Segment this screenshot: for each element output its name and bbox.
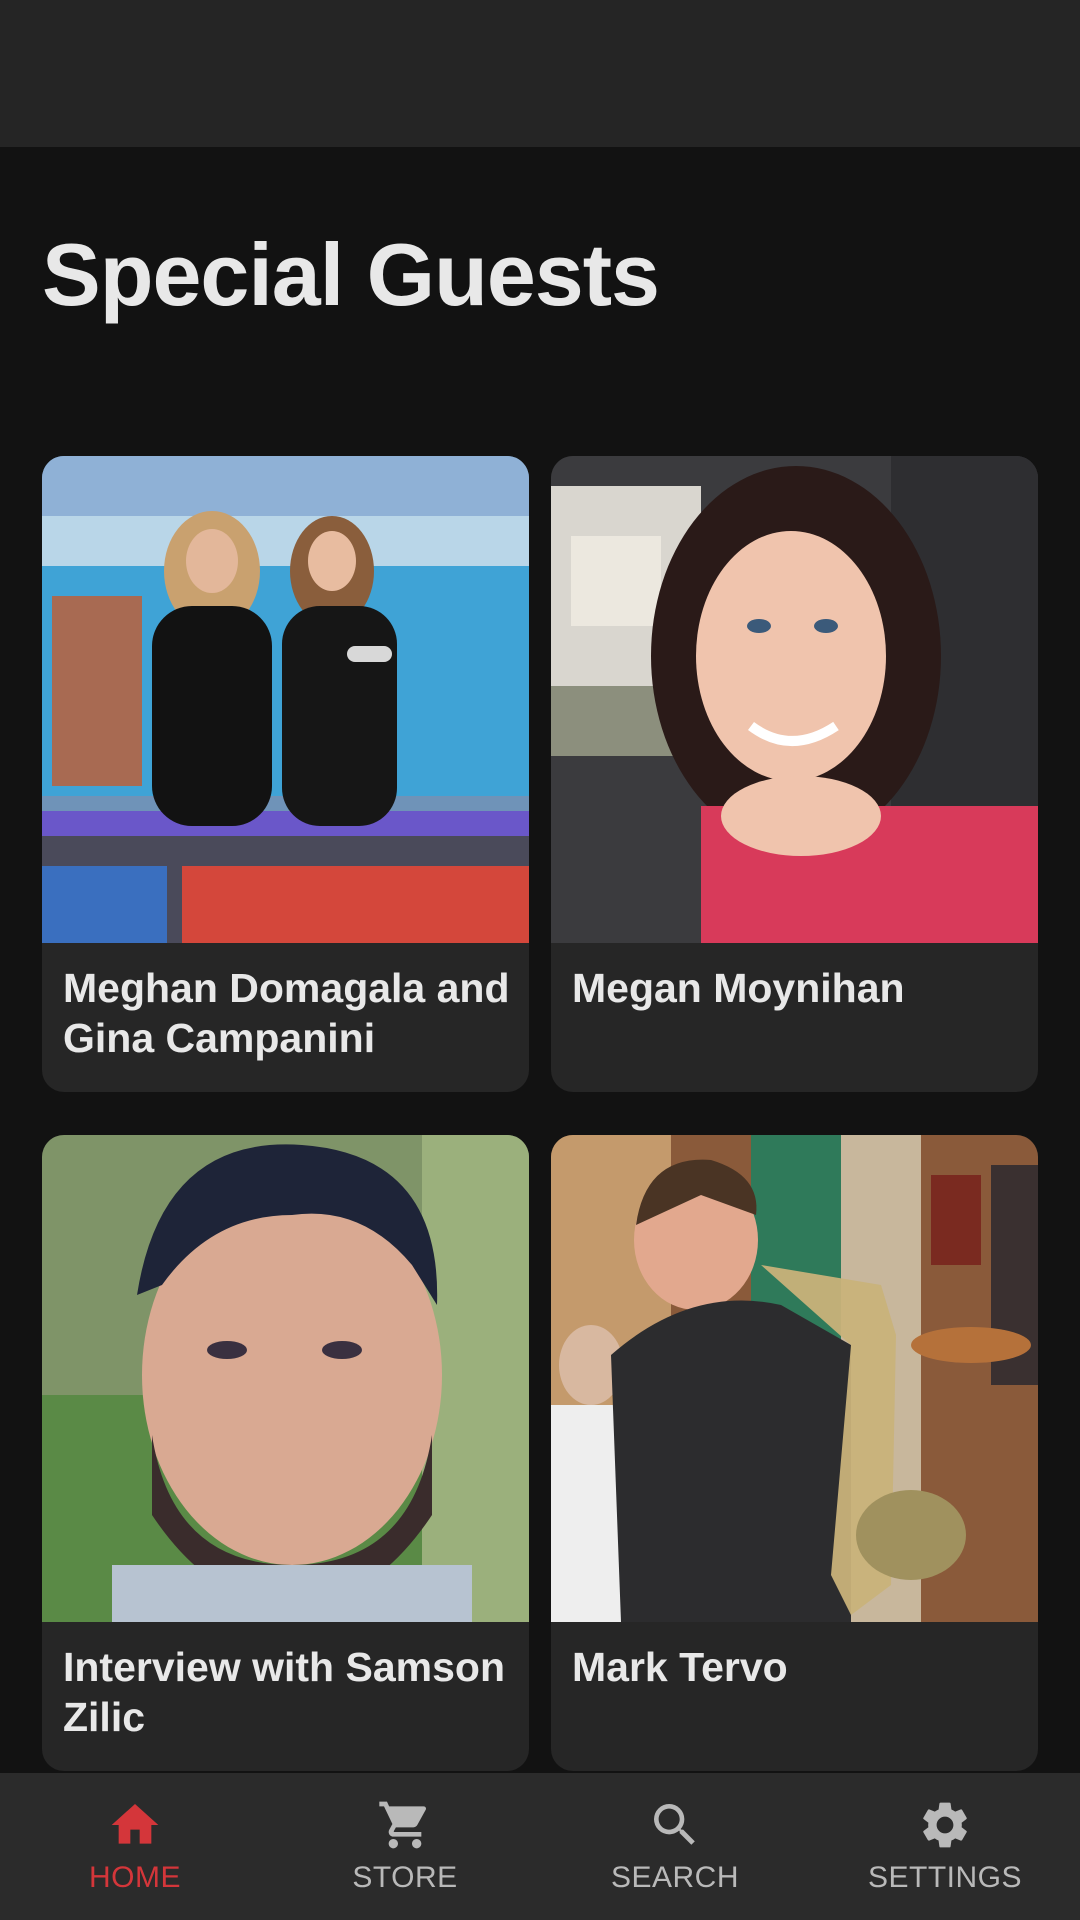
nav-settings[interactable]: SETTINGS — [810, 1773, 1080, 1920]
man-portrait-photo — [42, 1135, 529, 1622]
guest-card[interactable]: Megan Moynihan — [551, 456, 1038, 1092]
app-root: Special Guests Meghan Domagala and Gina … — [0, 0, 1080, 1920]
guest-card[interactable]: Interview with Samson Zilic — [42, 1135, 529, 1771]
home-icon — [111, 1804, 159, 1844]
bottom-navigation: HOME STORE SEARCH SETTINGS — [0, 1773, 1080, 1920]
page-title: Special Guests — [42, 225, 660, 324]
guest-name: Meghan Domagala and Gina Campanini — [63, 965, 510, 1061]
guest-name: Megan Moynihan — [572, 965, 905, 1011]
nav-search-label: SEARCH — [610, 1861, 740, 1894]
top-app-bar — [0, 0, 1080, 147]
nav-search[interactable]: SEARCH — [540, 1773, 810, 1920]
guest-card[interactable]: Meghan Domagala and Gina Campanini — [42, 456, 529, 1092]
nav-store-label: STORE — [352, 1861, 458, 1894]
guest-card[interactable]: Mark Tervo — [551, 1135, 1038, 1771]
nav-home[interactable]: HOME — [0, 1773, 270, 1920]
cart-icon — [379, 1801, 427, 1849]
guest-name: Mark Tervo — [572, 1644, 788, 1690]
woman-car-selfie-photo — [551, 456, 1038, 943]
nav-settings-label: SETTINGS — [867, 1861, 1022, 1894]
saxophone-player-photo — [551, 1135, 1038, 1622]
nav-store[interactable]: STORE — [270, 1773, 540, 1920]
nav-home-label: HOME — [89, 1861, 181, 1894]
search-icon — [654, 1804, 695, 1845]
gear-icon — [923, 1802, 967, 1848]
guest-name: Interview with Samson Zilic — [63, 1644, 505, 1740]
two-women-game-show-photo — [42, 456, 529, 943]
